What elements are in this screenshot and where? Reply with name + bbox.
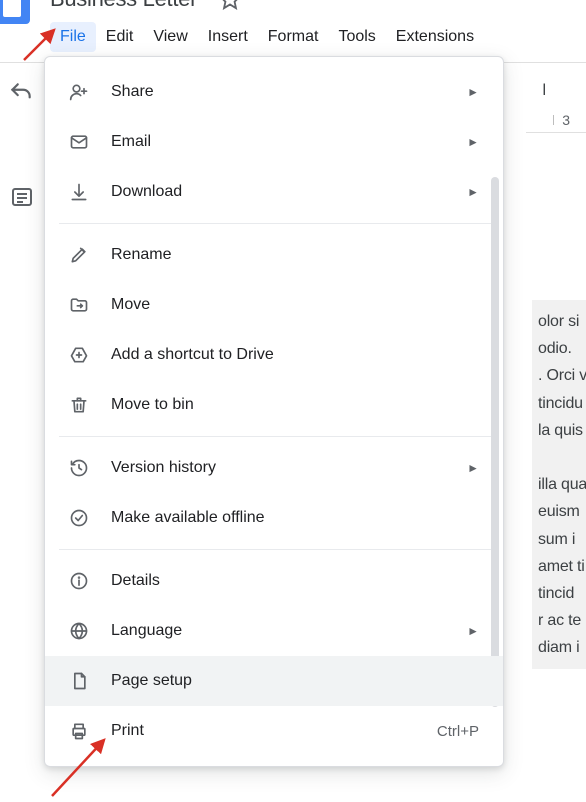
move-icon [67,295,91,315]
menu-item-label: Download [111,183,467,201]
file-menu-dropdown: Share►Email►Download►RenameMoveAdd a sho… [44,56,504,767]
chevron-right-icon: ► [467,85,479,99]
menu-item-add-a-shortcut-to-drive[interactable]: Add a shortcut to Drive [45,330,503,380]
menu-item-print[interactable]: PrintCtrl+P [45,706,503,756]
rename-icon [67,245,91,265]
menubar: FileEditViewInsertFormatToolsExtensions [50,22,484,52]
chevron-right-icon: ► [467,185,479,199]
menu-item-label: Print [111,722,437,740]
doc-text-line: tincidu [538,390,586,417]
menu-item-label: Move [111,296,479,314]
details-icon [67,571,91,591]
menu-item-label: Share [111,83,467,101]
chevron-right-icon: ► [467,624,479,638]
menu-separator [59,436,491,437]
undo-icon[interactable] [8,80,34,106]
document-text-preview: olor siodio.. Orci vtincidula quis illa … [532,300,586,669]
doc-text-line: odio. [538,335,586,362]
menu-item-label: Language [111,622,467,640]
doc-text-line: r ac te [538,607,586,634]
doc-text-line: euism [538,498,586,525]
style-selector-fragment[interactable]: l [542,82,546,100]
star-icon[interactable] [219,0,241,10]
download-icon [67,182,91,202]
share-icon [67,82,91,102]
menu-view[interactable]: View [143,22,197,52]
doc-text-line: . Orci v [538,362,586,389]
menu-separator [59,549,491,550]
docs-logo[interactable] [0,0,30,24]
menu-extensions[interactable]: Extensions [386,22,484,52]
menu-edit[interactable]: Edit [96,22,144,52]
menu-insert[interactable]: Insert [198,22,258,52]
menu-item-label: Email [111,133,467,151]
menu-separator [59,223,491,224]
menu-item-details[interactable]: Details [45,556,503,606]
trash-icon [67,395,91,415]
menu-tools[interactable]: Tools [328,22,385,52]
email-icon [67,132,91,152]
offline-icon [67,508,91,528]
menu-shortcut: Ctrl+P [437,723,479,740]
ruler-line [526,132,586,133]
outline-icon[interactable] [10,185,34,209]
menu-item-rename[interactable]: Rename [45,230,503,280]
menu-item-label: Details [111,572,479,590]
doc-text-line [538,444,586,471]
menu-item-language[interactable]: Language► [45,606,503,656]
menu-item-move-to-bin[interactable]: Move to bin [45,380,503,430]
menu-item-make-available-offline[interactable]: Make available offline [45,493,503,543]
menu-item-move[interactable]: Move [45,280,503,330]
chevron-right-icon: ► [467,135,479,149]
language-icon [67,621,91,641]
document-title[interactable]: Business Letter [50,0,197,12]
chevron-right-icon: ► [467,461,479,475]
menu-format[interactable]: Format [258,22,329,52]
menu-item-label: Rename [111,246,479,264]
menu-item-label: Move to bin [111,396,479,414]
doc-text-line: amet ti [538,553,586,580]
doc-text-line: sum i [538,526,586,553]
doc-text-line: illa qua [538,471,586,498]
menu-item-email[interactable]: Email► [45,117,503,167]
menu-item-label: Page setup [111,672,479,690]
menu-item-label: Make available offline [111,509,479,527]
menu-item-download[interactable]: Download► [45,167,503,217]
doc-text-line: olor si [538,308,586,335]
add-shortcut-icon [67,345,91,365]
doc-text-line: diam i [538,634,586,661]
doc-text-line: tincid [538,580,586,607]
history-icon [67,458,91,478]
menu-item-label: Add a shortcut to Drive [111,346,479,364]
menu-item-label: Version history [111,459,467,477]
menu-item-version-history[interactable]: Version history► [45,443,503,493]
menu-file[interactable]: File [50,22,96,52]
menu-item-share[interactable]: Share► [45,67,503,117]
menu-item-page-setup[interactable]: Page setup [45,656,503,706]
doc-text-line: la quis [538,417,586,444]
print-icon [67,721,91,741]
page-setup-icon [67,671,91,691]
ruler-tick: 3 [553,112,570,128]
